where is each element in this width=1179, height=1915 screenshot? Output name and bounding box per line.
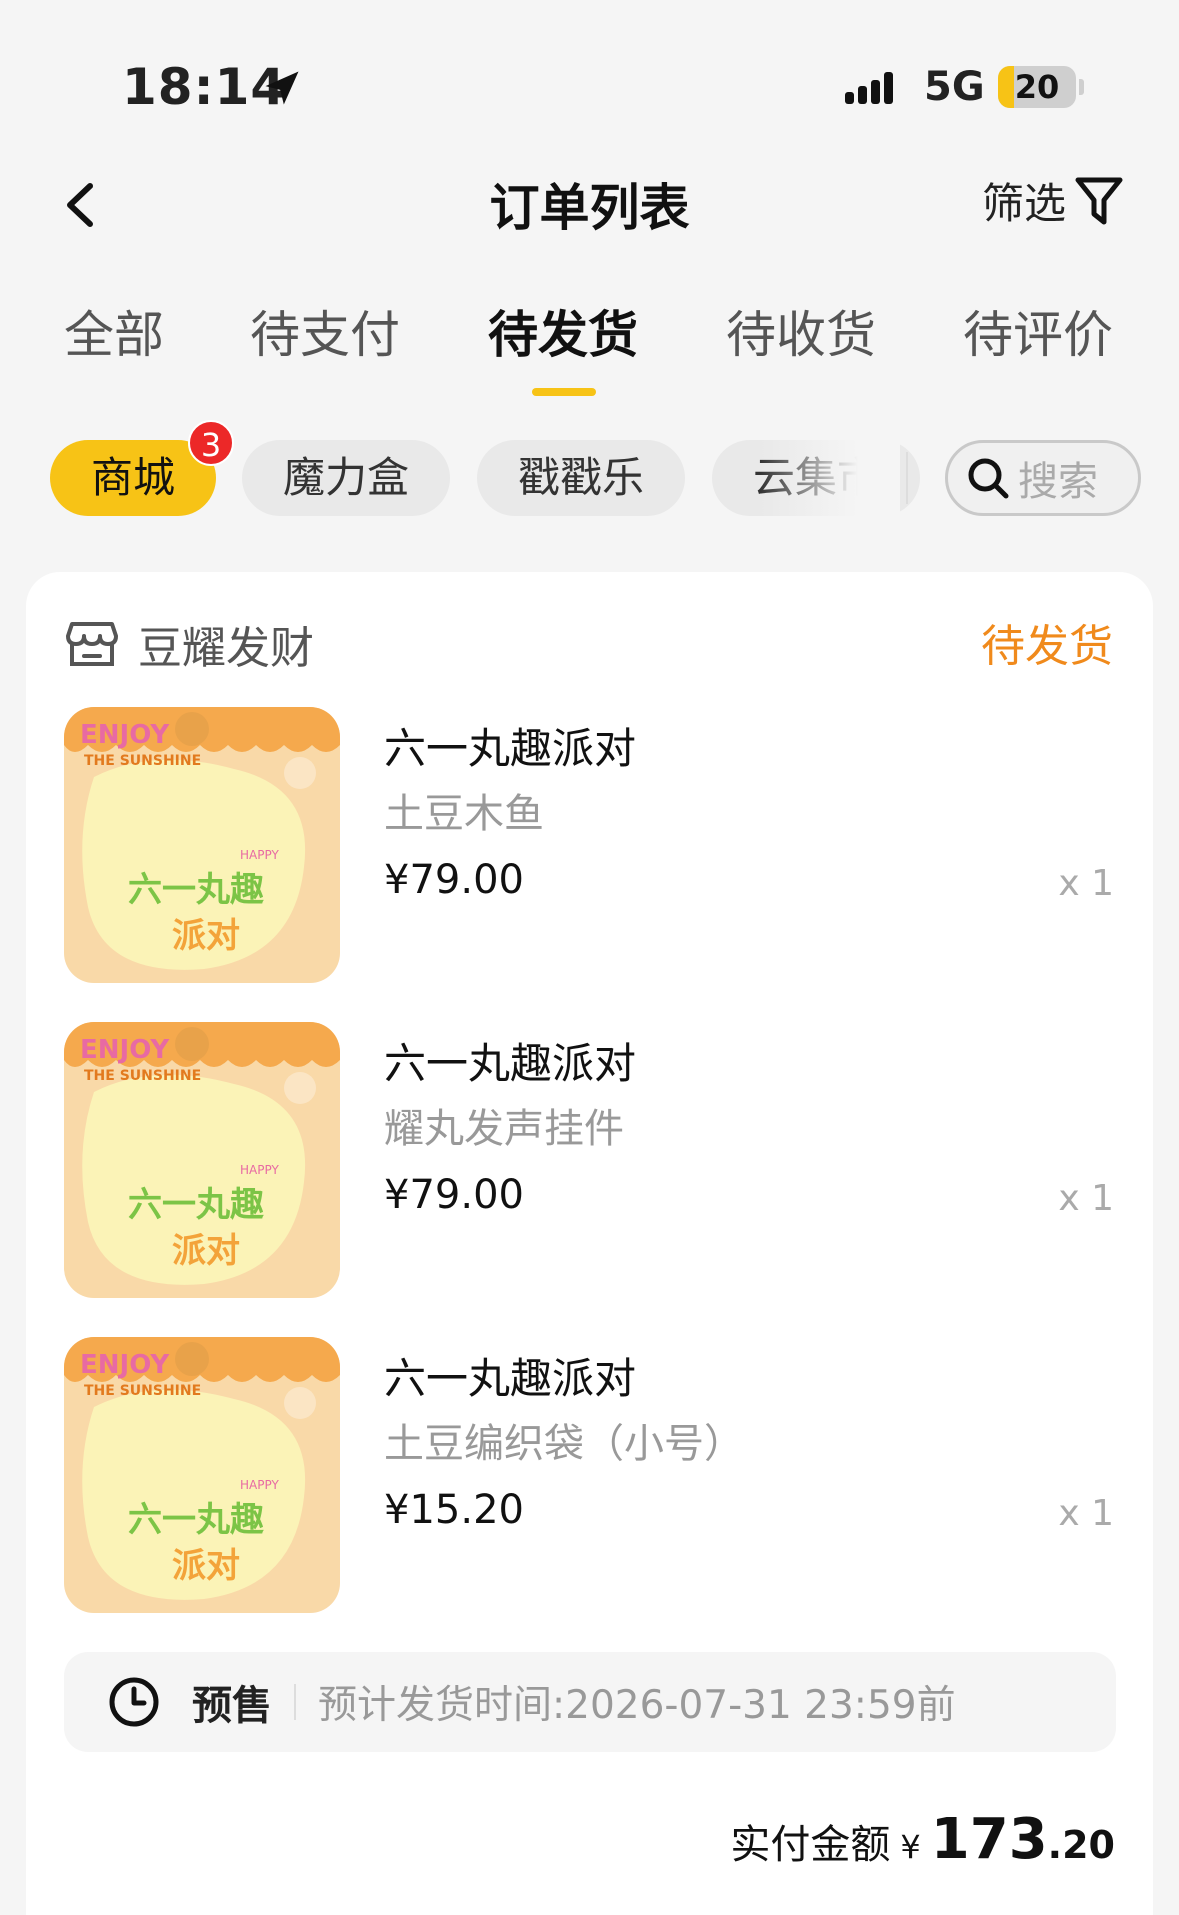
order-item[interactable]: ENJOY THE SUNSHINE HAPPY 六一丸趣 派对 六一丸趣派对 … — [64, 707, 1114, 987]
chip-mall-badge: 3 — [188, 420, 234, 466]
thumb-enjoy-text: ENJOY — [80, 720, 170, 750]
item-price: ¥79.00 — [384, 857, 524, 903]
shop-name: 豆耀发财 — [138, 623, 314, 674]
chip-divider — [906, 452, 908, 504]
thumb-sunshine-text: THE SUNSHINE — [84, 753, 201, 769]
tab-pending-review[interactable]: 待评价 — [948, 295, 1128, 367]
order-item[interactable]: ENJOY THE SUNSHINE HAPPY 六一丸趣 派对 六一丸趣派对 … — [64, 1337, 1114, 1617]
filter-button[interactable]: 筛选 — [982, 170, 1124, 231]
thumb-happy-text: HAPPY — [240, 1478, 279, 1492]
estimated-ship-time: 预计发货时间:2026-07-31 23:59前 — [318, 1683, 956, 1728]
order-status: 待发货 — [981, 621, 1113, 672]
thumb-sunshine-text: THE SUNSHINE — [84, 1383, 201, 1399]
order-total: 实付金额 ¥ 173 .20 — [730, 1807, 1115, 1872]
total-label: 实付金额 — [730, 1822, 891, 1868]
item-variant: 耀丸发声挂件 — [384, 1106, 624, 1152]
thumb-happy-text: HAPPY — [240, 848, 279, 862]
total-currency: ¥ — [900, 1828, 921, 1866]
filter-label: 筛选 — [981, 179, 1066, 228]
thumb-happy-text: HAPPY — [240, 1163, 279, 1177]
battery-tip — [1079, 79, 1084, 95]
item-quantity: x 1 — [1058, 1178, 1114, 1219]
thumb-title-line1: 六一丸趣 — [128, 870, 264, 910]
battery-indicator: 20 — [998, 66, 1076, 108]
chip-mall-label: 商城 — [90, 453, 175, 502]
thumb-title-line2: 派对 — [172, 916, 240, 956]
chip-magic-box[interactable]: 魔力盒 — [242, 440, 450, 516]
thumb-title-line1: 六一丸趣 — [128, 1500, 264, 1540]
total-amount-integer: 173 — [930, 1807, 1048, 1872]
nav-bar: 订单列表 筛选 — [0, 150, 1179, 260]
cellular-signal-icon — [845, 72, 893, 104]
store-icon — [66, 622, 118, 666]
chip-mall[interactable]: 商城 3 — [50, 420, 234, 516]
item-quantity: x 1 — [1058, 863, 1114, 904]
thumb-title-line2: 派对 — [172, 1231, 240, 1271]
search-icon — [968, 458, 1009, 499]
shop-row[interactable]: 豆耀发财 — [64, 612, 314, 676]
search-placeholder: 搜索 — [1018, 459, 1098, 505]
thumb-sunshine-text: THE SUNSHINE — [84, 1068, 201, 1084]
item-title: 六一丸趣派对 — [384, 1354, 637, 1403]
location-arrow-icon — [265, 71, 299, 105]
order-item[interactable]: ENJOY THE SUNSHINE HAPPY 六一丸趣 派对 六一丸趣派对 … — [64, 1022, 1114, 1302]
product-thumbnail: ENJOY THE SUNSHINE HAPPY 六一丸趣 派对 — [64, 1022, 340, 1298]
thumb-enjoy-text: ENJOY — [80, 1350, 170, 1380]
total-amount-decimal: .20 — [1047, 1823, 1115, 1867]
chip-poke-fun[interactable]: 戳戳乐 — [477, 440, 685, 516]
item-quantity: x 1 — [1058, 1493, 1114, 1534]
active-tab-indicator — [532, 388, 596, 396]
tab-all[interactable]: 全部 — [24, 295, 204, 367]
thumb-enjoy-text: ENJOY — [80, 1035, 170, 1065]
clock-icon — [109, 1677, 159, 1727]
search-button[interactable]: 搜索 — [945, 440, 1141, 516]
chip-scroll-fade — [760, 440, 900, 516]
product-thumbnail: ENJOY THE SUNSHINE HAPPY 六一丸趣 派对 — [64, 1337, 340, 1613]
network-type: 5G — [924, 64, 985, 110]
item-variant: 土豆编织袋（小号） — [384, 1421, 744, 1467]
battery-level: 20 — [1014, 68, 1060, 106]
thumb-title-line2: 派对 — [172, 1546, 240, 1586]
order-card[interactable]: 豆耀发财 待发货 ENJOY THE SUNSHINE HAPPY 六一丸趣 派… — [26, 572, 1153, 1915]
item-price: ¥15.20 — [384, 1487, 524, 1533]
presale-tag: 预售 — [192, 1683, 272, 1729]
product-thumbnail: ENJOY THE SUNSHINE HAPPY 六一丸趣 派对 — [64, 707, 340, 983]
presale-divider — [294, 1684, 296, 1720]
item-variant: 土豆木鱼 — [384, 791, 544, 837]
item-title: 六一丸趣派对 — [384, 1039, 637, 1088]
status-bar: 18:14 5G 20 — [0, 0, 1179, 150]
tab-pending-payment[interactable]: 待支付 — [235, 295, 415, 367]
thumb-title-line1: 六一丸趣 — [128, 1185, 264, 1225]
tab-pending-shipment[interactable]: 待发货 — [473, 295, 653, 367]
item-title: 六一丸趣派对 — [384, 724, 637, 773]
tab-pending-receipt[interactable]: 待收货 — [711, 295, 891, 367]
order-status-tabs: 全部 待支付 待发货 待收货 待评价 — [0, 295, 1179, 405]
funnel-icon — [1075, 177, 1123, 224]
item-price: ¥79.00 — [384, 1172, 524, 1218]
presale-info-bar: 预售 预计发货时间:2026-07-31 23:59前 — [64, 1652, 1116, 1752]
